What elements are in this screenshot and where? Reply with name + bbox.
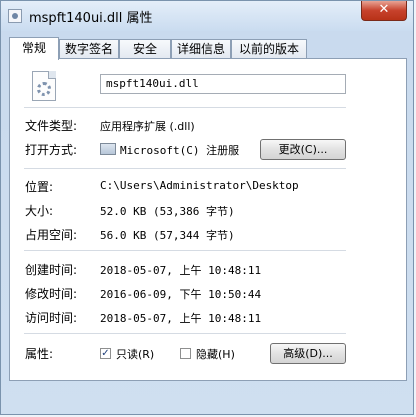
gear-icon (37, 82, 51, 96)
advanced-button[interactable]: 高级(D)... (270, 343, 346, 364)
window-title: mspft140ui.dll 属性 (29, 11, 153, 26)
tab-general[interactable]: 常规 (9, 37, 59, 60)
dll-file-icon (32, 71, 56, 101)
divider (24, 168, 346, 169)
filename-field[interactable]: mspft140ui.dll (100, 74, 346, 94)
location-value: C:\Users\Administrator\Desktop (100, 179, 299, 192)
disk-size-label: 占用空间: (25, 228, 78, 242)
created-label: 创建时间: (25, 263, 78, 277)
file-icon (8, 9, 22, 23)
properties-window: mspft140ui.dll 属性 ✕ 常规 数字签名 安全 详细信息 以前的版… (0, 0, 414, 415)
readonly-checkbox[interactable]: ✓ (100, 348, 111, 359)
divider (24, 333, 346, 334)
general-panel: mspft140ui.dll 文件类型: 应用程序扩展 (.dll) 打开方式:… (9, 58, 407, 381)
accessed-value: 2018-05-07, 上午 10:48:11 (100, 312, 262, 325)
divider (24, 107, 346, 108)
file-type-label: 文件类型: (25, 119, 78, 133)
tab-security[interactable]: 安全 (119, 39, 171, 58)
close-button[interactable]: ✕ (361, 1, 407, 21)
file-type-value: 应用程序扩展 (.dll) (100, 120, 195, 133)
change-button[interactable]: 更改(C)... (260, 139, 346, 160)
open-with-label: 打开方式: (25, 143, 78, 157)
open-with-value: Microsoft(C) 注册服 (120, 144, 240, 157)
readonly-label[interactable]: 只读(R) (116, 346, 154, 362)
modified-value: 2016-06-09, 下午 10:50:44 (100, 288, 262, 301)
modified-label: 修改时间: (25, 287, 78, 301)
created-value: 2018-05-07, 上午 10:48:11 (100, 264, 262, 277)
title-bar: mspft140ui.dll 属性 ✕ (1, 1, 413, 31)
tab-previous-versions[interactable]: 以前的版本 (231, 39, 307, 58)
size-value: 52.0 KB (53,386 字节) (100, 205, 235, 218)
attributes-label: 属性: (25, 347, 54, 361)
tab-digital-signature[interactable]: 数字签名 (59, 39, 119, 58)
location-label: 位置: (25, 180, 54, 194)
disk-size-value: 56.0 KB (57,344 字节) (100, 229, 235, 242)
accessed-label: 访问时间: (25, 311, 78, 325)
size-label: 大小: (25, 204, 54, 218)
hidden-checkbox[interactable] (180, 348, 191, 359)
hidden-label[interactable]: 隐藏(H) (196, 346, 235, 362)
divider (24, 250, 346, 251)
app-icon (100, 143, 116, 155)
tab-details[interactable]: 详细信息 (171, 39, 231, 58)
